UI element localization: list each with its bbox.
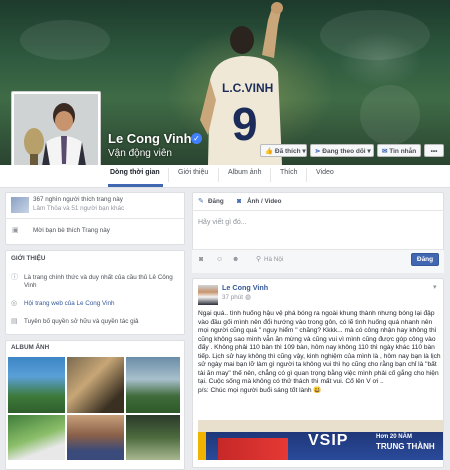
globe-icon: ◍ <box>245 294 252 301</box>
follow-button[interactable]: ⋗ Đang theo dõi ▾ <box>310 144 374 157</box>
location-label[interactable]: Hà Nội <box>264 256 283 264</box>
tab-about[interactable]: Giới thiệu <box>178 169 208 176</box>
banner-red-panel <box>218 438 288 460</box>
tab-photos[interactable]: Album ảnh <box>228 169 261 176</box>
album-photo[interactable] <box>126 357 180 413</box>
tab-divider <box>218 168 219 182</box>
post-author[interactable]: Le Cong Vinh <box>222 284 268 292</box>
info-icon: ⓘ <box>11 274 18 281</box>
divider <box>192 210 444 211</box>
tab-videos[interactable]: Video <box>316 169 334 176</box>
active-tab-indicator <box>108 184 163 187</box>
likes-count[interactable]: 367 nghìn người thích trang này <box>33 196 123 204</box>
invite-friends-icon: ▣ <box>12 227 19 234</box>
tab-divider <box>306 168 307 182</box>
page-name[interactable]: Le Cong Vinh <box>108 131 192 146</box>
copyright-icon: ▤ <box>11 318 18 325</box>
like-button[interactable]: 👍 Đã thích ▾ <box>260 144 307 157</box>
jersey-number: 9 <box>232 98 258 150</box>
composer-footer <box>192 249 444 273</box>
banner-edge <box>198 432 206 460</box>
stadium-stand <box>198 420 443 432</box>
album-photo[interactable] <box>8 415 65 460</box>
photo-video-tab[interactable]: Ảnh / Video <box>247 198 282 206</box>
thumbs-up-icon: 👍 <box>265 148 274 155</box>
album-photo[interactable] <box>126 415 180 460</box>
page-category[interactable]: Vận động viên <box>108 148 172 159</box>
check-icon: ✓ <box>191 133 202 144</box>
tab-divider <box>270 168 271 182</box>
tab-timeline[interactable]: Dòng thời gian <box>110 169 160 176</box>
album-photo[interactable] <box>67 357 124 413</box>
friends-thumbnail[interactable] <box>11 197 29 213</box>
tab-divider <box>168 168 169 182</box>
divider <box>5 218 185 219</box>
user-icon[interactable]: ☺ <box>216 256 223 264</box>
post-button[interactable]: Đăng <box>411 253 439 266</box>
emoji-icon[interactable]: ☻ <box>232 256 239 264</box>
about-description: Là trang chính thức và duy nhất của cầu … <box>24 274 173 289</box>
crowd-blur <box>360 85 420 145</box>
crowd-blur <box>320 10 430 60</box>
chevron-down-icon[interactable]: ▾ <box>433 284 437 292</box>
invite-friends-link[interactable]: Mời bạn bè thích Trang này <box>33 227 110 235</box>
message-icon: ✉ <box>382 148 388 155</box>
banner-text: VSIP <box>308 432 349 449</box>
camera-icon[interactable]: ◙ <box>199 256 203 264</box>
copyright-link[interactable]: Tuyên bố quyền sở hữu và quyền tác giả <box>24 318 139 326</box>
album-title[interactable]: ALBUM ẢNH <box>11 344 49 352</box>
location-icon: ⚲ <box>256 256 262 263</box>
profile-tabs <box>0 165 450 188</box>
more-button[interactable]: ••• <box>424 144 444 157</box>
post-timestamp[interactable]: 37 phút <box>222 294 243 302</box>
banner-subtext: TRUNG THÀNH <box>376 442 435 451</box>
friends-liked[interactable]: Lâm Thỏa và 51 người bạn khác <box>33 205 124 213</box>
post-text: Ngại quá.. tình huống hậu vệ phá bóng ra… <box>198 310 441 394</box>
album-photo[interactable] <box>67 415 124 460</box>
globe-icon: ◎ <box>11 300 18 307</box>
pencil-icon: ✎ <box>198 198 204 205</box>
rss-icon: ⋗ <box>315 148 321 155</box>
tab-likes[interactable]: Thích <box>280 169 298 176</box>
album-photo[interactable] <box>8 357 65 413</box>
post-author-avatar[interactable] <box>198 285 218 305</box>
status-tab[interactable]: Đăng <box>208 198 224 206</box>
camera-icon: ◙ <box>237 198 242 205</box>
composer-input[interactable]: Hãy viết gì đó... <box>198 219 247 227</box>
message-button[interactable]: ✉ Tin nhắn <box>377 144 421 157</box>
banner-subtext: Hơn 20 NĂM <box>376 434 412 440</box>
about-title[interactable]: GIỚI THIỆU <box>11 255 45 263</box>
jersey-name: L.C.VINH <box>222 81 273 95</box>
crowd-blur <box>20 20 110 60</box>
post-image[interactable]: VSIP Hơn 20 NĂM TRUNG THÀNH <box>198 420 443 460</box>
website-link[interactable]: Hội trang web của Le Cong Vinh <box>24 300 115 308</box>
